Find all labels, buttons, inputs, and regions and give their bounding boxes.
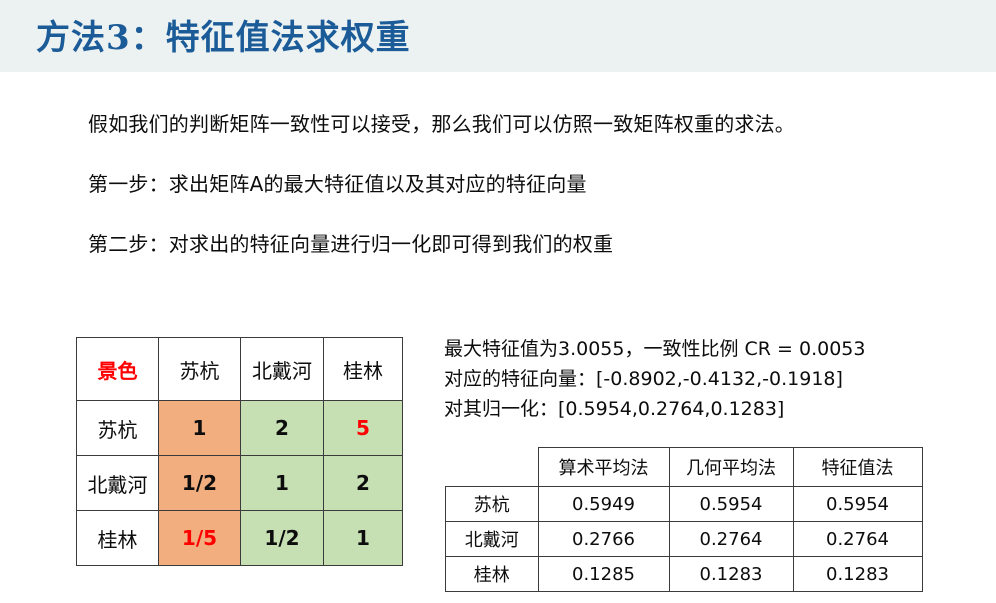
max-eigenvalue-text: 最大特征值为3.0055，一致性比例 CR = 0.0053 xyxy=(444,338,866,360)
slide-title-band: 方法3：特征值法求权重 xyxy=(0,0,996,72)
results-cell-2-1: 0.1283 xyxy=(668,556,794,592)
intro-paragraph: 假如我们的判断矩阵一致性可以接受，那么我们可以仿照一致矩阵权重的求法。 xyxy=(88,112,795,136)
matrix-cell-1-0: 1/2 xyxy=(158,455,241,511)
table-row: 北戴河 0.2766 0.2764 0.2764 xyxy=(445,521,923,557)
results-col-header-2: 特征值法 xyxy=(792,447,923,487)
results-cell-0-2: 0.5954 xyxy=(792,486,923,522)
matrix-cell-0-1: 2 xyxy=(240,400,324,456)
table-row: 桂林 0.1285 0.1283 0.1283 xyxy=(445,556,923,592)
table-header-row: 算术平均法 几何平均法 特征值法 xyxy=(445,447,923,487)
table-row: 苏杭 1 2 5 xyxy=(76,400,403,456)
results-cell-2-2: 0.1283 xyxy=(792,556,923,592)
matrix-cell-1-2: 2 xyxy=(323,455,403,511)
matrix-cell-2-1: 1/2 xyxy=(240,510,324,566)
table-row: 苏杭 0.5949 0.5954 0.5954 xyxy=(445,486,923,522)
results-cell-1-0: 0.2766 xyxy=(537,521,670,557)
page-title: 方法3：特征值法求权重 xyxy=(36,18,411,58)
matrix-col-header-1: 北戴河 xyxy=(240,337,324,401)
results-cell-1-2: 0.2764 xyxy=(792,521,923,557)
results-row-label-1: 北戴河 xyxy=(445,521,539,557)
results-cell-1-1: 0.2764 xyxy=(668,521,794,557)
step-one-text: 第一步：求出矩阵A的最大特征值以及其对应的特征向量 xyxy=(88,172,587,196)
results-cell-0-1: 0.5954 xyxy=(668,486,794,522)
normalized-vector-text: 对其归一化：[0.5954,0.2764,0.1283] xyxy=(444,398,785,420)
table-row: 北戴河 1/2 1 2 xyxy=(76,455,403,511)
matrix-col-header-0: 苏杭 xyxy=(158,337,241,401)
table-row: 桂林 1/5 1/2 1 xyxy=(76,510,403,566)
results-cell-0-0: 0.5949 xyxy=(537,486,670,522)
results-corner-cell xyxy=(445,447,539,487)
judgement-matrix-table: 景色 苏杭 北戴河 桂林 苏杭 1 2 5 北戴河 1/2 1 2 桂林 1/5… xyxy=(76,337,403,566)
matrix-cell-0-0: 1 xyxy=(158,400,241,456)
matrix-row-label-0: 苏杭 xyxy=(76,400,159,456)
results-row-label-2: 桂林 xyxy=(445,556,539,592)
step-two-text: 第二步：对求出的特征向量进行归一化即可得到我们的权重 xyxy=(88,232,614,256)
matrix-cell-0-2: 5 xyxy=(323,400,403,456)
matrix-cell-1-1: 1 xyxy=(240,455,324,511)
matrix-row-label-2: 桂林 xyxy=(76,510,159,566)
table-header-row: 景色 苏杭 北戴河 桂林 xyxy=(76,337,403,401)
matrix-cell-2-0: 1/5 xyxy=(158,510,241,566)
matrix-col-header-2: 桂林 xyxy=(323,337,403,401)
eigenvector-text: 对应的特征向量：[-0.8902,-0.4132,-0.1918] xyxy=(444,368,843,390)
results-cell-2-0: 0.1285 xyxy=(537,556,670,592)
weights-comparison-table: 算术平均法 几何平均法 特征值法 苏杭 0.5949 0.5954 0.5954… xyxy=(445,447,923,592)
matrix-corner-label: 景色 xyxy=(76,337,159,401)
matrix-cell-2-2: 1 xyxy=(323,510,403,566)
results-row-label-0: 苏杭 xyxy=(445,486,539,522)
results-col-header-1: 几何平均法 xyxy=(668,447,794,487)
results-col-header-0: 算术平均法 xyxy=(537,447,670,487)
matrix-row-label-1: 北戴河 xyxy=(76,455,159,511)
